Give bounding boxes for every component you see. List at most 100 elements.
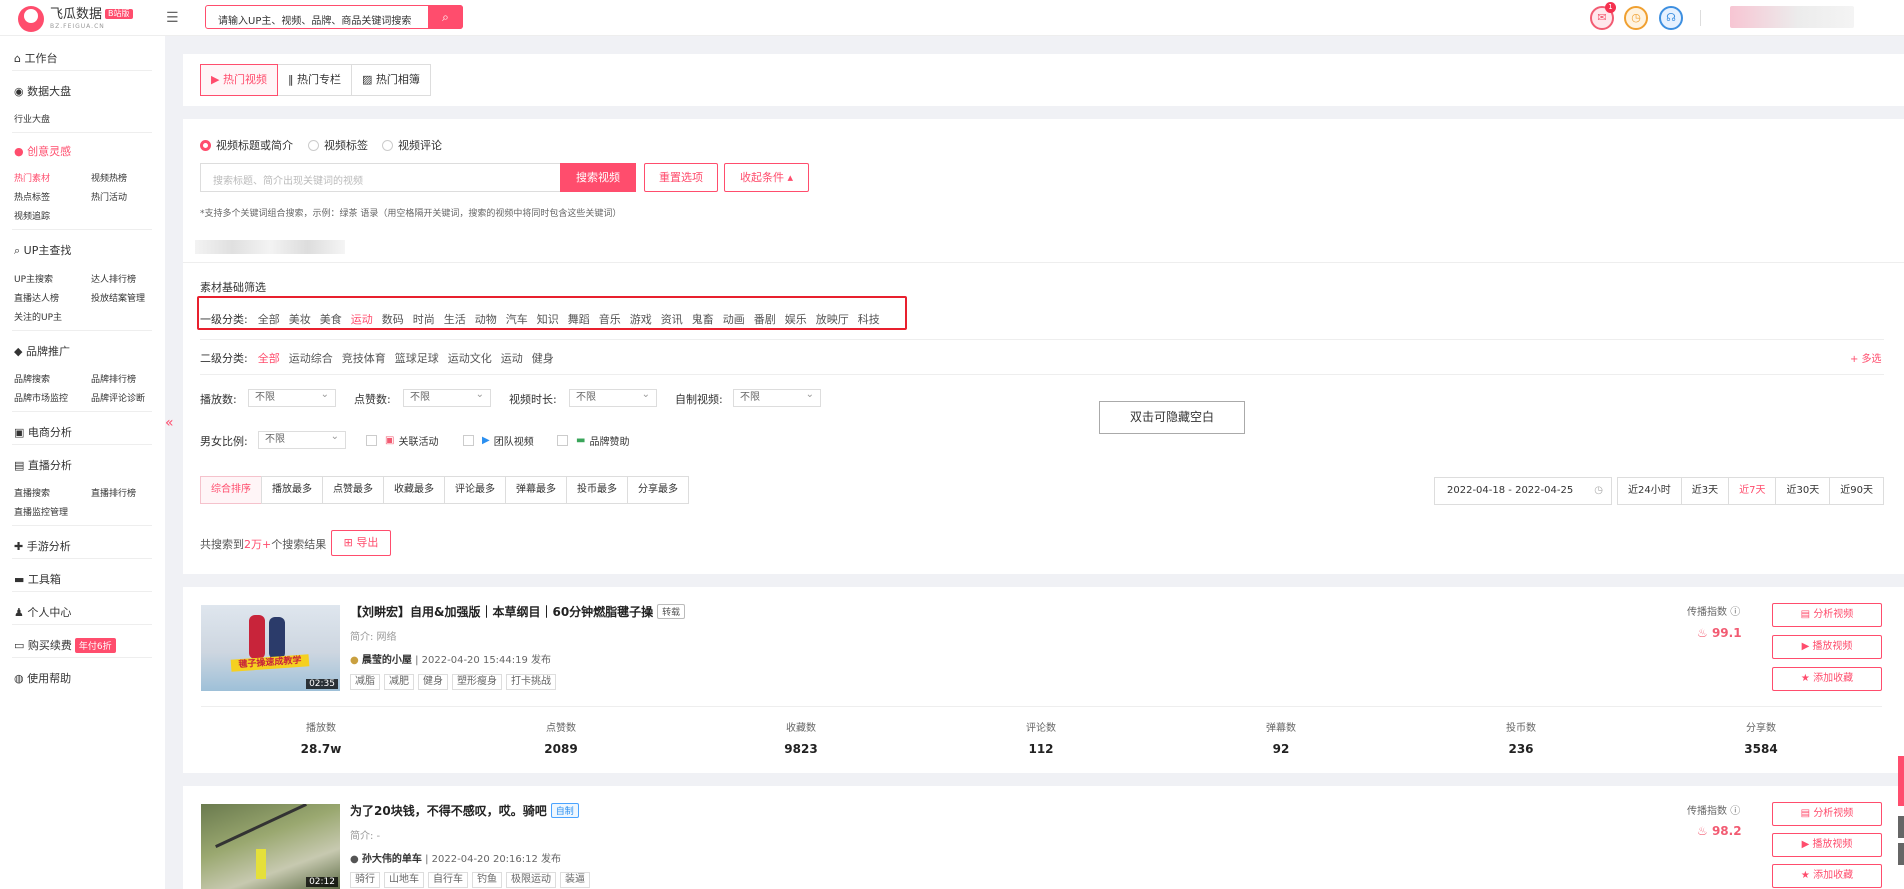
sidebar-item-ecommerce[interactable]: ▣ 电商分析 bbox=[14, 424, 72, 440]
check-related-activity[interactable]: ▣ 关联活动 bbox=[366, 433, 438, 448]
global-search-input[interactable]: 请输入UP主、视频、品牌、商品关键词搜索 bbox=[205, 5, 463, 29]
subcategory-culture[interactable]: 运动文化 bbox=[448, 350, 492, 366]
video-title[interactable]: 【刘畊宏】自用&加强版｜本草纲目｜60分钟燃脂毽子操 转载 bbox=[350, 603, 686, 620]
subcategory-sport[interactable]: 运动 bbox=[501, 350, 523, 366]
subcategory-fitness[interactable]: 健身 bbox=[532, 350, 554, 366]
sidebar-sub-industry[interactable]: 行业大盘 bbox=[14, 112, 50, 125]
sidebar-sub-hot-activity[interactable]: 热门活动 bbox=[91, 190, 127, 203]
add-favorite-button[interactable]: ★ 添加收藏 bbox=[1772, 667, 1882, 691]
sort-most-favorited[interactable]: 收藏最多 bbox=[383, 476, 445, 504]
sort-most-liked[interactable]: 点赞最多 bbox=[322, 476, 384, 504]
export-button[interactable]: ⊞ 导出 bbox=[331, 530, 391, 556]
tag[interactable]: 打卡挑战 bbox=[506, 674, 556, 690]
sidebar-sub-talent-rank[interactable]: 达人排行榜 bbox=[91, 272, 136, 285]
tag[interactable]: 减脂 bbox=[350, 674, 380, 690]
video-title[interactable]: 为了20块钱，不得不感叹，哎。骑吧 自制 bbox=[350, 802, 579, 819]
sidebar-sub-campaign[interactable]: 投放结案管理 bbox=[91, 291, 145, 304]
play-video-button[interactable]: ▶ 播放视频 bbox=[1772, 833, 1882, 857]
sidebar-sub-live-monitor[interactable]: 直播监控管理 bbox=[14, 505, 68, 518]
tab-hot-video[interactable]: ▶ 热门视频 bbox=[200, 64, 278, 96]
sidebar-item-live[interactable]: ▤ 直播分析 bbox=[14, 457, 72, 473]
subcategory-ball[interactable]: 篮球足球 bbox=[395, 350, 439, 366]
sidebar-sub-video-track[interactable]: 视频追踪 bbox=[14, 209, 50, 222]
check-team-video[interactable]: ▶ 团队视频 bbox=[463, 433, 534, 448]
clock-icon[interactable]: ◷ bbox=[1624, 6, 1648, 30]
analyze-video-button[interactable]: ▤ 分析视频 bbox=[1772, 802, 1882, 826]
radio-video-tag[interactable]: 视频标签 bbox=[308, 137, 368, 153]
sort-most-coins[interactable]: 投币最多 bbox=[566, 476, 628, 504]
sidebar-sub-live-rank[interactable]: 直播排行榜 bbox=[91, 486, 136, 499]
reset-button[interactable]: 重置选项 bbox=[644, 163, 718, 192]
check-brand-sponsor[interactable]: ▬ 品牌赞助 bbox=[557, 433, 629, 448]
play-video-button[interactable]: ▶ 播放视频 bbox=[1772, 635, 1882, 659]
tag[interactable]: 自行车 bbox=[428, 872, 468, 888]
video-uploader[interactable]: ● 晨莹的小屋 | 2022-04-20 15:44:19 发布 bbox=[350, 651, 551, 666]
subcategory-all[interactable]: 全部 bbox=[258, 350, 280, 366]
sort-most-danmaku[interactable]: 弹幕最多 bbox=[505, 476, 567, 504]
sidebar-item-personal[interactable]: ♟ 个人中心 bbox=[14, 604, 71, 620]
tag[interactable]: 钓鱼 bbox=[472, 872, 502, 888]
sidebar-sub-up-search[interactable]: UP主搜索 bbox=[14, 272, 53, 285]
sort-most-played[interactable]: 播放最多 bbox=[261, 476, 323, 504]
tag[interactable]: 装逼 bbox=[560, 872, 590, 888]
radio-video-comment[interactable]: 视频评论 bbox=[382, 137, 442, 153]
video-uploader[interactable]: ● 孙大伟的单车 | 2022-04-20 20:16:12 发布 bbox=[350, 850, 561, 865]
play-count-select[interactable]: 不限 bbox=[248, 387, 336, 407]
duration-select[interactable]: 不限 bbox=[569, 387, 657, 407]
sidebar-sub-video-hot[interactable]: 视频热榜 bbox=[91, 171, 127, 184]
tag[interactable]: 山地车 bbox=[384, 872, 424, 888]
sidebar-item-up-search[interactable]: ⌕ UP主查找 bbox=[14, 242, 71, 258]
tab-hot-album[interactable]: ▨ 热门相簿 bbox=[350, 64, 431, 96]
sidebar-sub-brand-rank[interactable]: 品牌排行榜 bbox=[91, 372, 136, 385]
sidebar-sub-hot-material[interactable]: 热门素材 bbox=[14, 171, 50, 184]
subcategory-sports-general[interactable]: 运动综合 bbox=[289, 350, 333, 366]
video-thumbnail[interactable]: 02:12 bbox=[201, 804, 340, 889]
video-thumbnail[interactable]: 毽子操速成教学 02:35 bbox=[201, 605, 340, 691]
gender-select[interactable]: 不限 bbox=[258, 429, 346, 449]
collapse-sidebar-icon[interactable]: « bbox=[165, 415, 174, 431]
date-range-picker[interactable]: 2022-04-18 - 2022-04-25 bbox=[1434, 477, 1612, 505]
tag[interactable]: 健身 bbox=[418, 674, 448, 690]
sidebar-sub-brand-monitor[interactable]: 品牌市场监控 bbox=[14, 391, 68, 404]
keyword-input[interactable]: 搜索标题、简介出现关键词的视频 bbox=[200, 163, 560, 192]
sidebar-sub-brand-search[interactable]: 品牌搜索 bbox=[14, 372, 50, 385]
user-avatar-blurred[interactable] bbox=[1730, 6, 1854, 28]
tag[interactable]: 减肥 bbox=[384, 674, 414, 690]
floating-side-tab[interactable] bbox=[1898, 816, 1904, 838]
sidebar-item-creative[interactable]: ● 创意灵感 bbox=[14, 143, 71, 159]
sidebar-item-workbench[interactable]: ⌂ 工作台 bbox=[14, 50, 57, 66]
sidebar-item-brand[interactable]: ◆ 品牌推广 bbox=[14, 343, 70, 359]
sort-comprehensive[interactable]: 综合排序 bbox=[200, 476, 262, 504]
multi-select-link[interactable]: + 多选 bbox=[1850, 350, 1882, 365]
sidebar-item-renew[interactable]: ▭ 购买续费 年付6折 bbox=[14, 637, 116, 653]
range-90d[interactable]: 近90天 bbox=[1829, 477, 1884, 505]
sort-most-comments[interactable]: 评论最多 bbox=[444, 476, 506, 504]
sidebar-item-toolbox[interactable]: ▬ 工具箱 bbox=[14, 571, 61, 587]
sidebar-sub-hot-tags[interactable]: 热点标签 bbox=[14, 190, 50, 203]
analyze-video-button[interactable]: ▤ 分析视频 bbox=[1772, 603, 1882, 627]
logo[interactable]: 飞瓜数据 B站版 BZ.FEIGUA.CN bbox=[18, 6, 133, 32]
support-icon[interactable]: ☊ bbox=[1659, 6, 1683, 30]
like-count-select[interactable]: 不限 bbox=[403, 387, 491, 407]
sidebar-sub-live-search[interactable]: 直播搜索 bbox=[14, 486, 50, 499]
sidebar-sub-live-talent[interactable]: 直播达人榜 bbox=[14, 291, 59, 304]
search-video-button[interactable]: 搜索视频 bbox=[560, 163, 636, 192]
floating-side-tab[interactable] bbox=[1898, 756, 1904, 806]
range-24h[interactable]: 近24小时 bbox=[1617, 477, 1682, 505]
global-search-button[interactable]: ⌕ bbox=[428, 5, 463, 29]
tag[interactable]: 极限运动 bbox=[506, 872, 556, 888]
menu-toggle-icon[interactable]: ☰ bbox=[166, 10, 179, 26]
sidebar-item-help[interactable]: ◍ 使用帮助 bbox=[14, 670, 71, 686]
self-made-select[interactable]: 不限 bbox=[733, 387, 821, 407]
sidebar-item-data-screen[interactable]: ◉ 数据大盘 bbox=[14, 83, 71, 99]
subcategory-competitive[interactable]: 竞技体育 bbox=[342, 350, 386, 366]
range-3d[interactable]: 近3天 bbox=[1680, 477, 1730, 505]
floating-side-tab[interactable] bbox=[1898, 843, 1904, 865]
sidebar-item-game[interactable]: ✚ 手游分析 bbox=[14, 538, 71, 554]
range-7d[interactable]: 近7天 bbox=[1728, 477, 1777, 505]
sidebar-sub-brand-comment[interactable]: 品牌评论诊断 bbox=[91, 391, 145, 404]
tag[interactable]: 骑行 bbox=[350, 872, 380, 888]
tag[interactable]: 塑形瘦身 bbox=[452, 674, 502, 690]
radio-title-desc[interactable]: 视频标题或简介 bbox=[200, 137, 293, 153]
range-30d[interactable]: 近30天 bbox=[1775, 477, 1831, 505]
